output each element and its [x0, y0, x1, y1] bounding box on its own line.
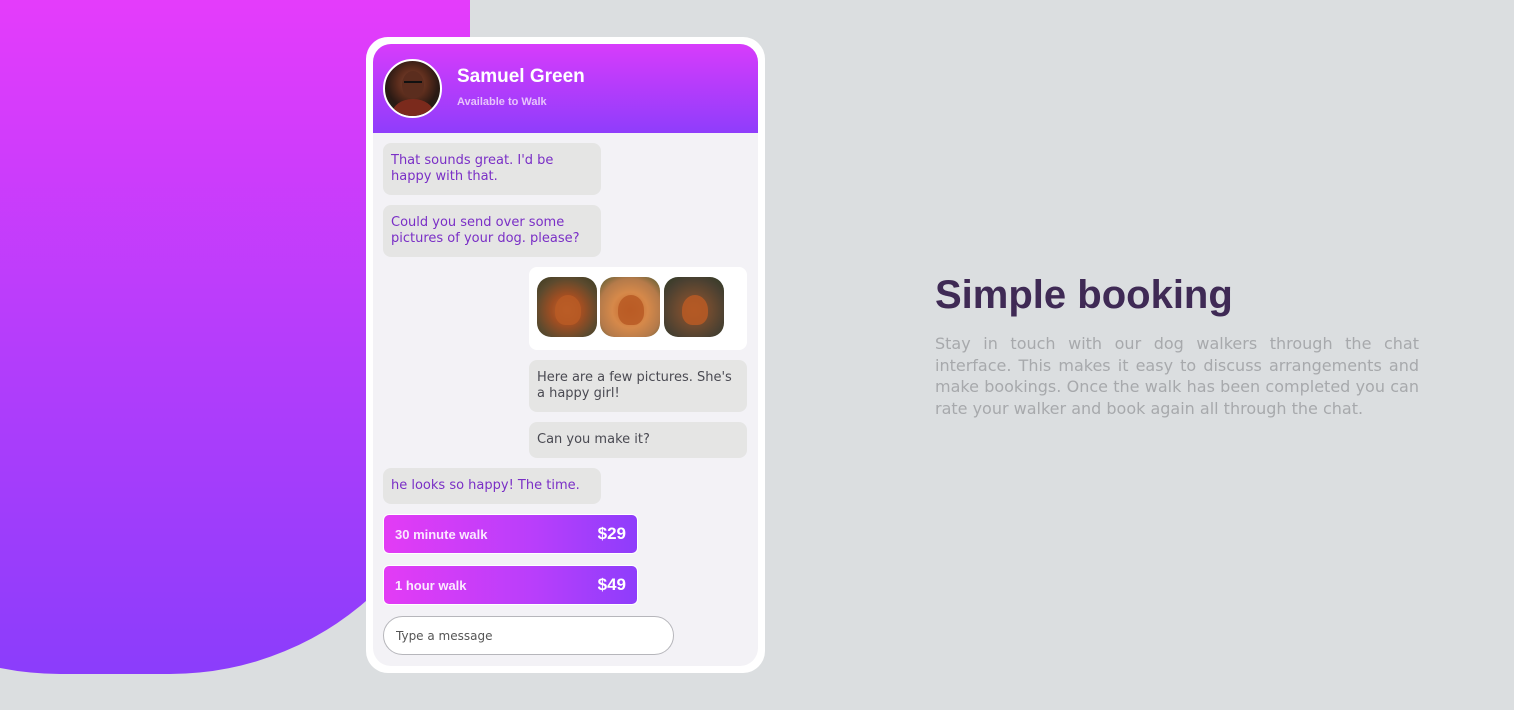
message-text: Here are a few pictures. She's a happy g… — [537, 370, 732, 401]
phone-mockup: Samuel Green Available to Walk That soun… — [366, 37, 765, 673]
walk-offer-30-minute-button[interactable]: 30 minute walk $29 — [383, 514, 638, 554]
message-text: Could you send over some pictures of you… — [391, 215, 580, 246]
message-text: he looks so happy! The time. — [391, 478, 580, 493]
message-bubble-walker: That sounds great. I'd be happy with tha… — [383, 143, 601, 195]
chat-screen: Samuel Green Available to Walk That soun… — [373, 44, 758, 666]
walk-offer-price: $29 — [597, 524, 626, 543]
message-bubble-walker: he looks so happy! The time. — [383, 468, 601, 504]
message-bubble-owner: Can you make it? — [529, 422, 747, 458]
avatar[interactable] — [383, 59, 442, 118]
contact-status: Available to Walk — [457, 96, 547, 108]
contact-name: Samuel Green — [457, 66, 585, 87]
message-bubble-owner: Here are a few pictures. She's a happy g… — [529, 360, 747, 412]
feature-title: Simple booking — [935, 273, 1233, 317]
dog-photo[interactable] — [664, 277, 724, 337]
message-text: Can you make it? — [537, 432, 650, 447]
message-bubble-walker: Could you send over some pictures of you… — [383, 205, 601, 257]
chat-header: Samuel Green Available to Walk — [373, 44, 758, 133]
message-text: That sounds great. I'd be happy with tha… — [391, 153, 554, 184]
photo-message — [529, 267, 747, 350]
message-input[interactable] — [383, 616, 674, 655]
walk-offer-1-hour-button[interactable]: 1 hour walk $49 — [383, 565, 638, 605]
dog-photo[interactable] — [600, 277, 660, 337]
walk-offer-label: 30 minute walk — [395, 527, 488, 542]
walk-offer-label: 1 hour walk — [395, 578, 467, 593]
dog-photo[interactable] — [537, 277, 597, 337]
walk-offer-price: $49 — [597, 575, 626, 594]
feature-description: Stay in touch with our dog walkers throu… — [935, 334, 1419, 418]
